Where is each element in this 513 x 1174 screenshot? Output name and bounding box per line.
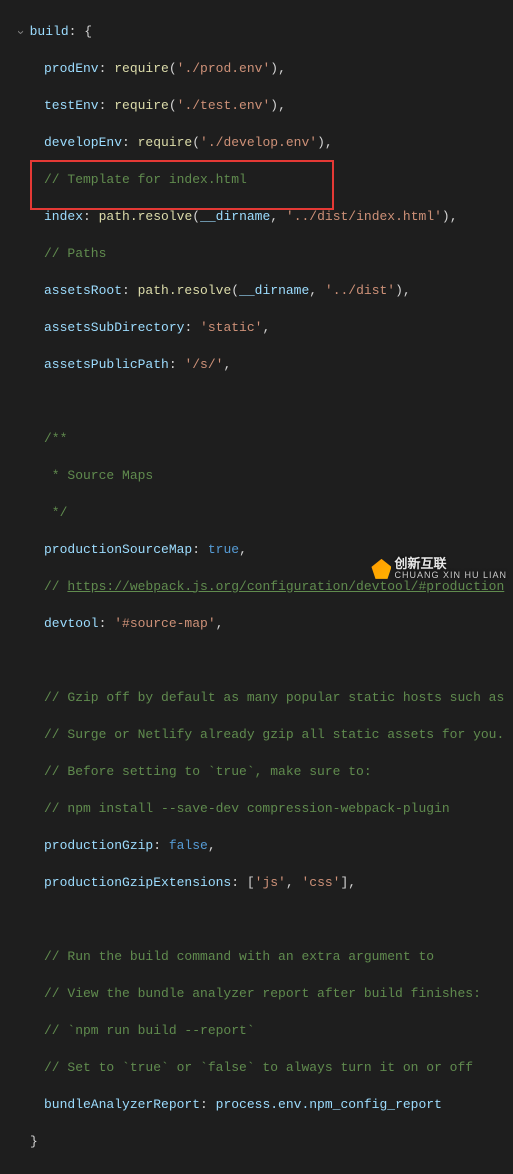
prop-productionGzipExtensions: productionGzipExtensions xyxy=(44,875,231,890)
comment-paths: // Paths xyxy=(44,246,106,261)
comment-analyzer-1: // Run the build command with an extra a… xyxy=(44,949,434,964)
comment-gzip-3: // Before setting to `true`, make sure t… xyxy=(44,764,372,779)
comment-gzip-4: // npm install --save-dev compression-we… xyxy=(44,801,450,816)
comment-sourcemaps-1: /** xyxy=(44,431,67,446)
comment-sourcemaps-2: * Source Maps xyxy=(44,468,153,483)
comment-gzip-2: // Surge or Netlify already gzip all sta… xyxy=(44,727,504,742)
prop-productionGzip: productionGzip xyxy=(44,838,153,853)
comment-sourcemaps-3: */ xyxy=(44,505,67,520)
prop-bundleAnalyzerReport: bundleAnalyzerReport xyxy=(44,1097,200,1112)
watermark-main: 创新互联 xyxy=(394,557,507,571)
prop-productionSourceMap: productionSourceMap xyxy=(44,542,192,557)
comment-analyzer-3: // `npm run build --report` xyxy=(44,1023,255,1038)
prop-assetsRoot: assetsRoot xyxy=(44,283,122,298)
prop-developEnv: developEnv xyxy=(44,135,122,150)
prop-build: build xyxy=(30,24,69,39)
comment-gzip-1: // Gzip off by default as many popular s… xyxy=(44,690,504,705)
comment-analyzer-2: // View the bundle analyzer report after… xyxy=(44,986,481,1001)
prop-index: index xyxy=(44,209,83,224)
code-editor[interactable]: › build: { prodEnv: require('./prod.env'… xyxy=(0,0,513,1174)
fold-caret-icon[interactable]: › xyxy=(11,28,30,36)
watermark-logo-icon xyxy=(371,559,391,579)
comment-analyzer-4: // Set to `true` or `false` to always tu… xyxy=(44,1060,473,1075)
prop-devtool: devtool xyxy=(44,616,99,631)
prop-testEnv: testEnv xyxy=(44,98,99,113)
watermark-sub: CHUANG XIN HU LIAN xyxy=(394,571,507,581)
prop-assetsPublicPath: assetsPublicPath xyxy=(44,357,169,372)
comment-template: // Template for index.html xyxy=(44,172,247,187)
watermark: 创新互联 CHUANG XIN HU LIAN xyxy=(371,557,507,581)
prop-assetsSubDirectory: assetsSubDirectory xyxy=(44,320,184,335)
prop-prodEnv: prodEnv xyxy=(44,61,99,76)
